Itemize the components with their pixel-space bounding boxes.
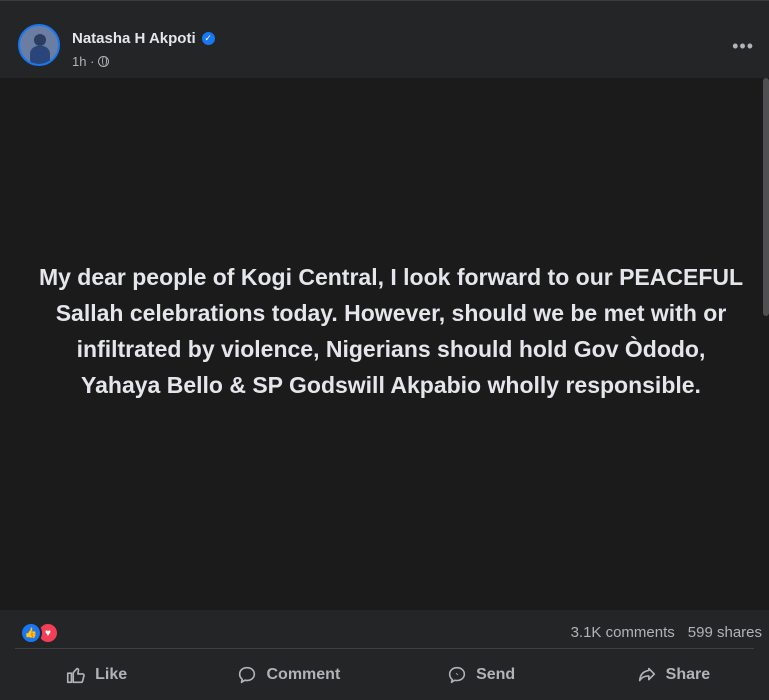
globe-icon: [98, 56, 110, 67]
author-line: Natasha H Akpoti ✓: [72, 30, 215, 47]
top-border: [0, 0, 769, 8]
like-label: Like: [95, 665, 128, 683]
like-icon: [67, 667, 85, 683]
post-counts: 3.1K comments 599 shares: [571, 624, 762, 641]
comments-count[interactable]: 3.1K comments: [571, 624, 675, 641]
avatar[interactable]: [18, 24, 60, 66]
comment-button[interactable]: Comment: [192, 649, 384, 700]
more-icon: •••: [732, 36, 754, 56]
share-button[interactable]: Share: [577, 649, 769, 700]
scrollbar[interactable]: [763, 78, 769, 316]
post-time[interactable]: 1h ·: [72, 54, 94, 69]
reactions[interactable]: 👍 ♥: [20, 622, 59, 644]
like-reaction-icon: 👍: [20, 622, 42, 644]
send-label: Send: [476, 665, 516, 683]
more-options-button[interactable]: •••: [732, 36, 754, 57]
comment-icon: [239, 666, 256, 683]
post-meta: 1h ·: [72, 54, 110, 69]
author-name[interactable]: Natasha H Akpoti: [72, 30, 196, 47]
verified-icon: ✓: [201, 32, 215, 45]
send-button[interactable]: Send: [385, 649, 577, 700]
send-icon: [448, 666, 466, 683]
post-actions: Like Comment Send Share: [0, 649, 769, 700]
post-header: Natasha H Akpoti ✓ 1h · •••: [0, 8, 769, 78]
share-icon: [638, 667, 655, 681]
shares-count[interactable]: 599 shares: [688, 624, 762, 641]
post-text: My dear people of Kogi Central, I look f…: [38, 264, 744, 398]
share-label: Share: [665, 665, 711, 683]
like-button[interactable]: Like: [0, 649, 192, 700]
post-body: My dear people of Kogi Central, I look f…: [0, 78, 769, 610]
comment-label: Comment: [266, 665, 341, 683]
